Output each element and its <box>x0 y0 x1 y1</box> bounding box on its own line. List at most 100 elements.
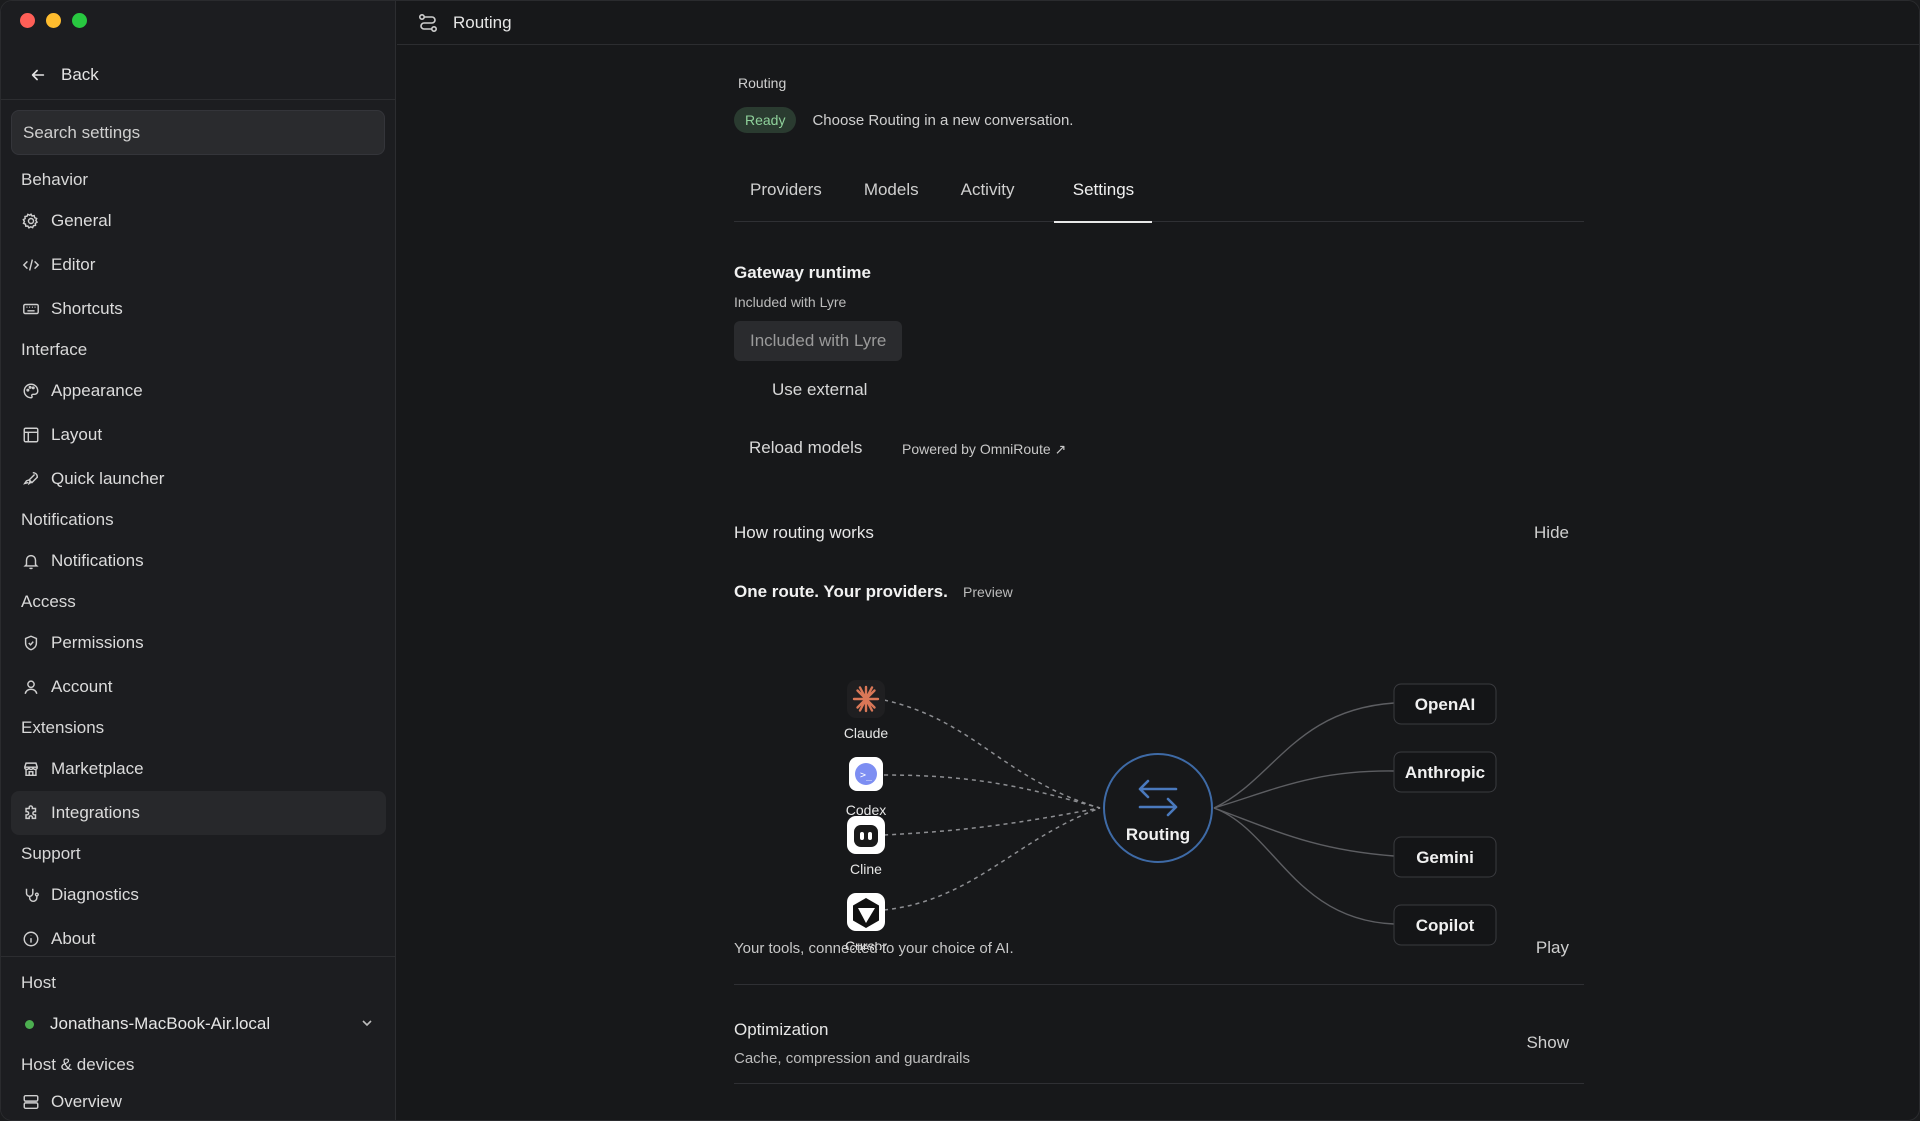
preview-label: Preview <box>963 584 1013 600</box>
sidebar-item-label: Permissions <box>51 633 144 652</box>
user-icon <box>21 677 41 697</box>
sidebar-item-label: Editor <box>51 255 96 274</box>
page-title: Routing <box>453 13 512 32</box>
back-button[interactable]: Back <box>29 65 99 85</box>
diagram-tagline: Your tools, connected to your choice of … <box>734 940 1014 957</box>
provider-label: Copilot <box>1416 916 1475 935</box>
provider-label: Anthropic <box>1405 763 1485 782</box>
gateway-runtime-subtitle: Included with Lyre <box>734 294 847 310</box>
breadcrumb: Routing <box>738 75 787 91</box>
section-support: Support <box>21 844 81 863</box>
keyboard-icon <box>21 299 41 319</box>
optimization-title: Optimization <box>734 1020 829 1039</box>
rocket-icon <box>21 469 41 489</box>
window-controls <box>20 13 87 28</box>
sidebar-item-editor[interactable]: Editor <box>1 243 386 287</box>
divider <box>1 956 396 957</box>
powered-by-link[interactable]: Powered by OmniRoute ↗ <box>902 441 1066 458</box>
status-row: Ready Choose Routing in a new conversati… <box>734 107 1073 133</box>
bell-icon <box>21 551 41 571</box>
sidebar-item-about[interactable]: About <box>1 917 386 961</box>
tab-models[interactable]: Models <box>848 165 935 222</box>
info-icon <box>21 929 41 949</box>
chevron-down-icon <box>360 1016 374 1033</box>
section-notifications: Notifications <box>21 510 114 529</box>
sidebar-item-label: Quick launcher <box>51 469 165 488</box>
sidebar-item-shortcuts[interactable]: Shortcuts <box>1 287 386 331</box>
play-button[interactable]: Play <box>1536 938 1569 958</box>
code-icon <box>21 255 41 275</box>
app-window: Back Behavior General Editor Shortcuts I… <box>0 0 1920 1121</box>
back-label: Back <box>61 65 99 84</box>
palette-icon <box>21 381 41 401</box>
provider-label: Gemini <box>1416 848 1474 867</box>
store-icon <box>21 759 41 779</box>
routing-diagram: Claude >_ Codex Cline Cursor Routing Ope… <box>844 680 1497 950</box>
hub-label: Routing <box>1126 825 1190 844</box>
tool-codex: >_ Codex <box>846 757 886 818</box>
shield-icon <box>21 633 41 653</box>
settings-nav: Behavior General Editor Shortcuts Interf… <box>1 161 396 961</box>
routing-hub: Routing <box>1103 753 1213 863</box>
sidebar-item-appearance[interactable]: Appearance <box>1 369 386 413</box>
optimization-subtitle: Cache, compression and guardrails <box>734 1050 970 1067</box>
zoom-window-button[interactable] <box>72 13 87 28</box>
sidebar-item-notifications[interactable]: Notifications <box>1 539 386 583</box>
divider <box>1 99 396 100</box>
sidebar-item-label: Notifications <box>51 551 144 570</box>
sidebar-item-overview[interactable]: Overview <box>1 1084 386 1120</box>
search-settings-input[interactable] <box>11 110 385 155</box>
sidebar-item-quick-launcher[interactable]: Quick launcher <box>1 457 386 501</box>
sidebar-item-diagnostics[interactable]: Diagnostics <box>1 873 386 917</box>
section-host: Host <box>21 973 56 992</box>
provider-openai: OpenAI <box>1393 683 1497 725</box>
sidebar-item-label: About <box>51 929 96 948</box>
svg-text:>_: >_ <box>860 770 873 781</box>
tool-label: Cline <box>850 861 882 877</box>
routing-icon <box>418 13 438 33</box>
diagram-title: One route. Your providers. <box>734 582 948 601</box>
provider-label: OpenAI <box>1415 695 1475 714</box>
divider <box>734 984 1584 985</box>
sidebar-item-label: Shortcuts <box>51 299 123 318</box>
minimize-window-button[interactable] <box>46 13 61 28</box>
section-behavior: Behavior <box>21 170 89 189</box>
tab-settings[interactable]: Settings <box>1054 165 1153 223</box>
sidebar-item-integrations[interactable]: Integrations <box>11 791 386 835</box>
sidebar-item-label: Layout <box>51 425 103 444</box>
close-window-button[interactable] <box>20 13 35 28</box>
sidebar-item-permissions[interactable]: Permissions <box>1 621 386 665</box>
sidebar-item-account[interactable]: Account <box>1 665 386 709</box>
included-option-button[interactable]: Included with Lyre <box>734 321 903 361</box>
sidebar-item-layout[interactable]: Layout <box>1 413 386 457</box>
section-interface: Interface <box>21 340 88 359</box>
sidebar-item-label: Diagnostics <box>51 885 139 904</box>
sidebar-item-general[interactable]: General <box>1 199 386 243</box>
tab-activity[interactable]: Activity <box>945 165 1031 222</box>
show-button[interactable]: Show <box>1526 1033 1569 1053</box>
provider-anthropic: Anthropic <box>1393 751 1497 793</box>
section-access: Access <box>21 592 76 611</box>
sidebar-item-label: Integrations <box>51 803 140 822</box>
provider-links <box>1213 702 1395 925</box>
sidebar-item-label: Marketplace <box>51 759 144 778</box>
tab-providers[interactable]: Providers <box>734 165 838 222</box>
how-routing-works-title: How routing works <box>734 523 874 542</box>
arrow-left-icon <box>31 69 45 81</box>
tool-claude: Claude <box>844 680 888 741</box>
host-section: Host Jonathans-MacBook-Air.local Host & … <box>1 964 396 1120</box>
top-bar: Routing <box>397 1 1919 45</box>
host-selector[interactable]: Jonathans-MacBook-Air.local <box>1 1002 396 1046</box>
settings-sidebar: Back Behavior General Editor Shortcuts I… <box>1 1 396 1120</box>
use-external-option-button[interactable]: Use external <box>756 370 883 410</box>
reload-models-button[interactable]: Reload models <box>749 438 862 458</box>
claude-icon <box>852 685 880 713</box>
tool-cline: Cline <box>847 816 885 877</box>
server-icon <box>21 1092 41 1112</box>
sidebar-item-label: General <box>51 211 112 230</box>
section-extensions: Extensions <box>21 718 105 737</box>
hide-button[interactable]: Hide <box>1534 523 1569 543</box>
sidebar-item-marketplace[interactable]: Marketplace <box>1 747 386 791</box>
divider <box>734 1083 1584 1084</box>
status-badge: Ready <box>734 107 797 133</box>
